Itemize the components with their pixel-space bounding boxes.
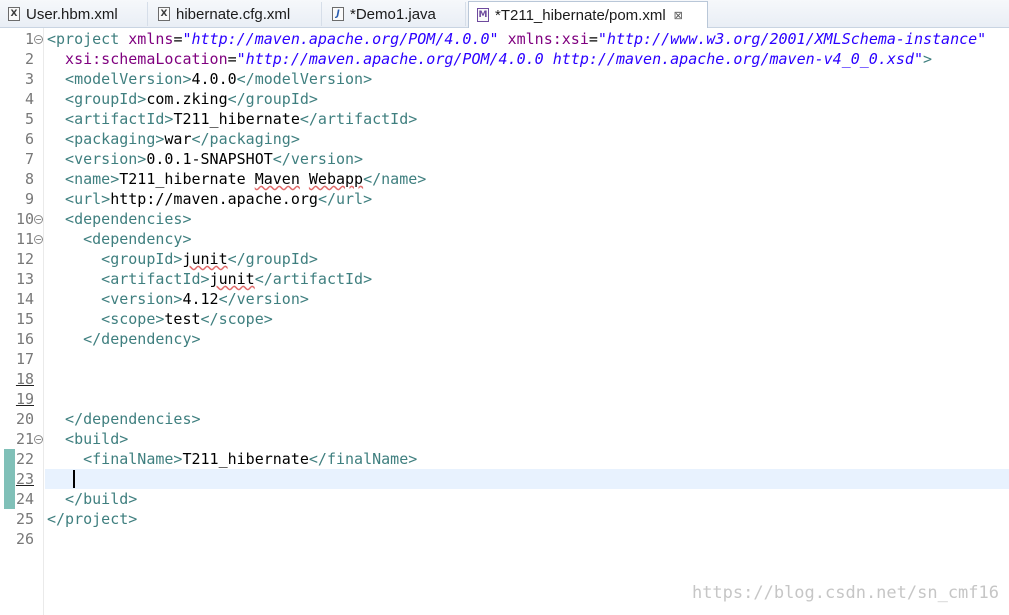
tab-label: *Demo1.java <box>350 5 436 23</box>
line-number: 24 <box>15 490 34 508</box>
tab-label: User.hbm.xml <box>26 5 118 23</box>
line-number: 15 <box>15 310 34 328</box>
line-number: 18 <box>15 370 34 388</box>
line-number: 22 <box>15 450 34 468</box>
code-line: <finalName>T211_hibernate</finalName> <box>47 450 418 468</box>
watermark: https://blog.csdn.net/sn_cmf16 <box>691 583 999 603</box>
code-line: <packaging>war</packaging> <box>47 130 300 148</box>
xml-editor[interactable]: 1 2 3 4 5 6 7 8 9 10 11 12 13 14 15 16 1… <box>0 28 1009 615</box>
line-number: 9 <box>24 190 34 208</box>
xml-file-icon: X <box>8 7 20 21</box>
xml-file-icon: X <box>158 7 170 21</box>
line-number: 16 <box>15 330 34 348</box>
line-number: 8 <box>24 170 34 188</box>
code-line: <build> <box>47 430 129 448</box>
line-number: 1 <box>24 30 34 48</box>
java-file-icon: J <box>332 7 344 21</box>
code-line: <groupId>com.zking</groupId> <box>47 90 318 108</box>
tab-label: *T211_hibernate/pom.xml <box>495 6 666 24</box>
code-line: <dependencies> <box>47 210 192 228</box>
line-number: 14 <box>15 290 34 308</box>
code-line: <scope>test</scope> <box>47 310 273 328</box>
code-line: </dependencies> <box>47 410 201 428</box>
tab-label: hibernate.cfg.xml <box>176 5 291 23</box>
code-line: <groupId>junit</groupId> <box>47 250 318 268</box>
code-line: <project xmlns="http://maven.apache.org/… <box>47 30 987 48</box>
code-line: <version>0.0.1-SNAPSHOT</version> <box>47 150 364 168</box>
line-number: 4 <box>24 90 34 108</box>
line-number: 25 <box>15 510 34 528</box>
tab-user-hbm-xml[interactable]: X User.hbm.xml <box>0 2 148 26</box>
line-number: 12 <box>15 250 34 268</box>
text-caret <box>73 470 75 488</box>
line-number: 2 <box>24 50 34 68</box>
line-number: 19 <box>15 390 34 408</box>
close-tab-icon[interactable]: ⊠ <box>674 9 683 22</box>
code-text-area[interactable]: <project xmlns="http://maven.apache.org/… <box>47 28 1009 528</box>
fold-collapse-icon[interactable]: − <box>34 235 43 244</box>
code-line: <artifactId>junit</artifactId> <box>47 270 373 288</box>
code-line: <modelVersion>4.0.0</modelVersion> <box>47 70 373 88</box>
code-line: <artifactId>T211_hibernate</artifactId> <box>47 110 418 128</box>
line-number: 5 <box>24 110 34 128</box>
line-number: 7 <box>24 150 34 168</box>
line-number: 21 <box>15 430 34 448</box>
fold-collapse-icon[interactable]: − <box>34 215 43 224</box>
code-line: <version>4.12</version> <box>47 290 309 308</box>
line-number: 10 <box>15 210 34 228</box>
line-number: 11 <box>15 230 34 248</box>
line-number: 23 <box>15 470 34 488</box>
line-number: 3 <box>24 70 34 88</box>
tab-hibernate-cfg-xml[interactable]: X hibernate.cfg.xml <box>150 2 322 26</box>
code-line: <name>T211_hibernate Maven Webapp</name> <box>47 170 427 188</box>
editor-tab-bar: X User.hbm.xml X hibernate.cfg.xml J *De… <box>0 0 1009 28</box>
line-number-gutter: 1 2 3 4 5 6 7 8 9 10 11 12 13 14 15 16 1… <box>0 28 44 615</box>
line-number: 20 <box>15 410 34 428</box>
line-number: 13 <box>15 270 34 288</box>
code-line: xsi:schemaLocation="http://maven.apache.… <box>47 50 933 68</box>
fold-collapse-icon[interactable]: − <box>34 435 43 444</box>
code-line: </build> <box>47 490 138 508</box>
tab-pom-xml[interactable]: M *T211_hibernate/pom.xml ⊠ <box>468 1 708 28</box>
line-number: 17 <box>15 350 34 368</box>
code-line: <url>http://maven.apache.org</url> <box>47 190 373 208</box>
code-line: </project> <box>47 510 138 528</box>
fold-collapse-icon[interactable]: − <box>34 35 43 44</box>
tab-demo1-java[interactable]: J *Demo1.java <box>324 2 466 26</box>
line-number: 26 <box>15 530 34 548</box>
maven-pom-icon: M <box>477 8 489 22</box>
code-line: </dependency> <box>47 330 201 348</box>
code-line: <dependency> <box>47 230 192 248</box>
line-number: 6 <box>24 130 34 148</box>
